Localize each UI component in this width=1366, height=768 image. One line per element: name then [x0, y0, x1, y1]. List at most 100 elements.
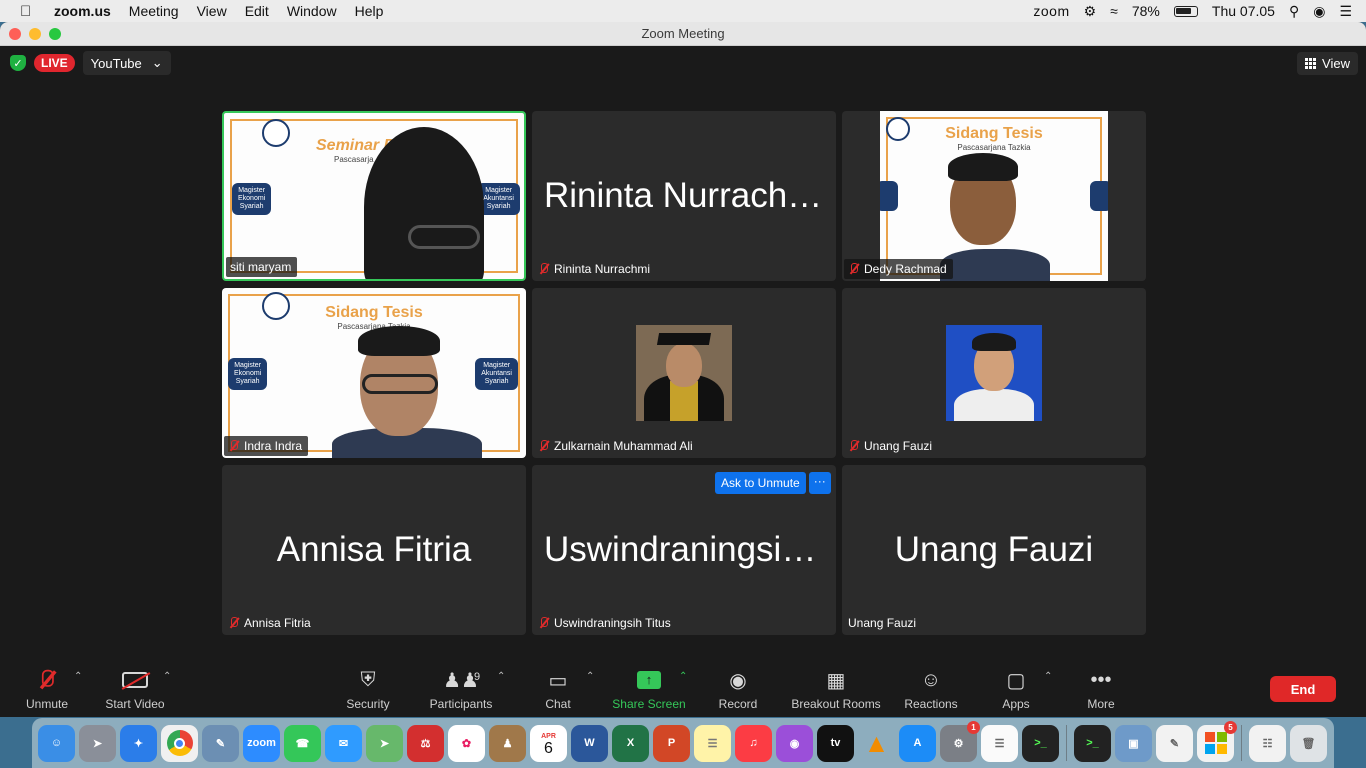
safari-icon[interactable]: ✦: [120, 724, 157, 762]
meeting-topbar: ✓ LIVE YouTube ⌄ View: [0, 46, 1366, 80]
maximize-window-button[interactable]: [49, 28, 61, 40]
chat-options-caret[interactable]: ⌃: [586, 671, 594, 682]
participant-name-label: Annisa Fitria: [224, 613, 317, 633]
participants-options-caret[interactable]: ⌃: [497, 671, 505, 682]
start-video-label: Start Video: [105, 697, 165, 711]
mic-muted-icon: [228, 617, 240, 629]
share-options-caret[interactable]: ⌃: [679, 671, 687, 682]
apple-tv-icon[interactable]: tv: [817, 724, 854, 762]
grid-icon: [1305, 58, 1317, 69]
apple-icon[interactable]: : [20, 3, 38, 20]
vlc-icon[interactable]: ▲: [858, 725, 895, 762]
encryption-shield-icon[interactable]: ✓: [10, 55, 26, 71]
video-tile[interactable]: Zulkarnain Muhammad Ali: [532, 288, 836, 458]
participants-count: 9: [474, 671, 481, 683]
reactions-button[interactable]: ☺ Reactions: [886, 667, 976, 712]
menu-app-name[interactable]: zoom.us: [54, 3, 111, 19]
terminal-icon[interactable]: >_: [1022, 724, 1059, 762]
clock[interactable]: Thu 07.05: [1212, 3, 1275, 19]
more-label: More: [1087, 697, 1115, 711]
participants-label: Participants: [429, 697, 493, 711]
zoom-status-item[interactable]: zoom: [1033, 3, 1069, 19]
contacts-icon[interactable]: ♟: [489, 724, 526, 762]
video-tile[interactable]: Sidang Tesis Pascasarjana Tazkia Dedy Ra…: [842, 111, 1146, 281]
downloads-stack-icon[interactable]: ☷: [1249, 724, 1286, 762]
live-badge[interactable]: LIVE: [34, 54, 75, 72]
video-tile[interactable]: Sidang Tesis Pascasarjana Tazkia Magiste…: [222, 288, 526, 458]
shared-slide-background: Sidang Tesis Pascasarjana Tazkia Magiste…: [222, 288, 526, 458]
dock-separator: [1241, 725, 1242, 761]
launchpad-icon[interactable]: ➤: [79, 724, 116, 762]
video-tile[interactable]: Annisa Fitria Annisa Fitria: [222, 465, 526, 635]
calendar-icon[interactable]: APR 6: [530, 724, 567, 762]
macos-dock: ☺ ➤ ✦ ✎ zoom ☎ ✉ ➤ ⚖ ✿ ♟ APR 6 W X P ☰ ♫…: [32, 718, 1334, 768]
record-button[interactable]: ◉ Record: [693, 667, 783, 712]
finder-icon[interactable]: ☺: [38, 724, 75, 762]
apps-options-caret[interactable]: ⌃: [1044, 671, 1052, 682]
profile-photo: [636, 325, 732, 421]
stream-dropdown[interactable]: YouTube ⌄: [82, 51, 171, 75]
reminders-icon[interactable]: ☰: [981, 724, 1018, 762]
tile-more-options-button[interactable]: ···: [808, 472, 831, 494]
video-tile[interactable]: Unang Fauzi: [842, 288, 1146, 458]
wifi-icon[interactable]: ≈: [1110, 3, 1118, 19]
menu-window[interactable]: Window: [287, 3, 337, 19]
excel-icon[interactable]: X: [612, 724, 649, 762]
maps-icon[interactable]: ➤: [366, 724, 403, 762]
battery-icon[interactable]: [1173, 5, 1198, 17]
video-tile[interactable]: Seminar Pr Pascasarja Magister Ekonomi S…: [222, 111, 526, 281]
menu-meeting[interactable]: Meeting: [129, 3, 179, 19]
calendar-day: 6: [544, 740, 553, 757]
word-icon[interactable]: W: [571, 724, 608, 762]
apps-label: Apps: [1002, 697, 1030, 711]
breakout-rooms-label: Breakout Rooms: [791, 697, 881, 711]
microsoft-office-icon[interactable]: 5: [1197, 720, 1237, 762]
participants-button[interactable]: ♟♟ 9 Participants: [416, 667, 506, 712]
minimize-window-button[interactable]: [29, 28, 41, 40]
close-window-button[interactable]: [9, 28, 21, 40]
music-icon[interactable]: ♫: [735, 724, 772, 762]
video-tile[interactable]: Rininta Nurrachmi Rininta Nurrachmi: [532, 111, 836, 281]
zoom-app-icon[interactable]: zoom: [243, 724, 280, 762]
mic-muted-icon: [848, 263, 860, 275]
slide-title: Sidang Tesis: [945, 125, 1043, 142]
spotlight-search-icon[interactable]: ⚲: [1289, 3, 1299, 20]
unmute-label: Unmute: [25, 697, 69, 711]
document-icon[interactable]: ✎: [1156, 724, 1193, 762]
powerpoint-icon[interactable]: P: [653, 724, 690, 762]
menu-edit[interactable]: Edit: [245, 3, 269, 19]
breakout-rooms-button[interactable]: ▦ Breakout Rooms: [781, 667, 891, 712]
view-button[interactable]: View: [1297, 52, 1358, 75]
chevron-down-icon: ⌄: [151, 55, 163, 70]
podcasts-icon[interactable]: ◉: [776, 724, 813, 762]
video-tile[interactable]: Unang Fauzi Unang Fauzi: [842, 465, 1146, 635]
photos-icon[interactable]: ✿: [448, 724, 485, 762]
more-button[interactable]: ••• More: [1056, 667, 1146, 712]
settings-badge: 1: [967, 720, 980, 734]
messages-icon[interactable]: ✉: [325, 724, 362, 762]
audio-options-caret[interactable]: ⌃: [74, 671, 82, 682]
window-titlebar: Zoom Meeting: [0, 22, 1366, 46]
menu-view[interactable]: View: [197, 3, 227, 19]
menu-help[interactable]: Help: [355, 3, 384, 19]
participant-name-label: Unang Fauzi: [844, 436, 938, 456]
record-icon: ◉: [729, 669, 747, 692]
facetime-icon[interactable]: ☎: [284, 724, 321, 762]
security-button[interactable]: ⛨ Security: [323, 667, 413, 712]
participant-display-name: Uswindraningsih...: [544, 530, 830, 569]
preview-icon[interactable]: ✎: [202, 724, 239, 762]
control-center-icon[interactable]: ☰: [1339, 3, 1352, 20]
acrobat-icon[interactable]: ⚖: [407, 724, 444, 762]
video-options-caret[interactable]: ⌃: [163, 671, 171, 682]
trash-icon[interactable]: 🗑: [1290, 724, 1327, 762]
end-meeting-button[interactable]: End: [1270, 676, 1336, 702]
terminal-window-icon[interactable]: >_: [1074, 724, 1111, 762]
chrome-icon[interactable]: [161, 724, 198, 762]
notes-icon[interactable]: ☰: [694, 724, 731, 762]
system-preferences-icon[interactable]: ⚙ 1: [940, 720, 980, 762]
screenshot-preview-icon[interactable]: ▣: [1115, 724, 1152, 762]
app-store-icon[interactable]: A: [899, 724, 936, 762]
accessibility-icon[interactable]: ⚙: [1084, 3, 1097, 20]
ask-to-unmute-button[interactable]: Ask to Unmute: [715, 472, 806, 494]
siri-icon[interactable]: ◉: [1313, 3, 1325, 20]
